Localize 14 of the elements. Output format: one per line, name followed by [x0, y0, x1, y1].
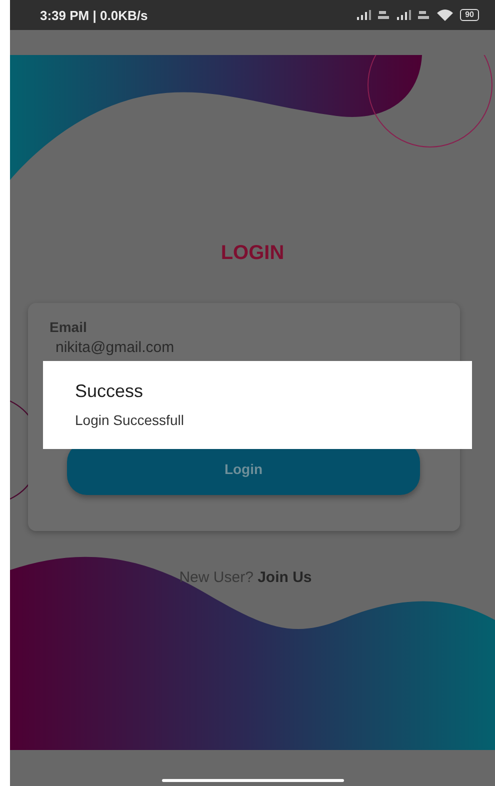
wifi-calling-icon — [378, 10, 390, 20]
dialog-message: Login Successfull — [75, 412, 185, 428]
signal-icon — [397, 10, 412, 20]
page-title: LOGIN — [220, 242, 284, 265]
signal-icon — [357, 10, 372, 20]
wifi-icon — [437, 9, 454, 21]
home-indicator[interactable] — [162, 779, 344, 782]
email-field[interactable]: nikita@gmail.com — [50, 339, 174, 356]
battery-icon: 90 — [460, 9, 479, 21]
status-time: 3:39 PM | 0.0KB/s — [40, 8, 148, 22]
email-label: Email — [50, 319, 88, 335]
dialog-title: Success — [75, 381, 144, 402]
wifi-calling-icon — [418, 10, 430, 20]
join-link[interactable]: Join Us — [258, 569, 312, 586]
